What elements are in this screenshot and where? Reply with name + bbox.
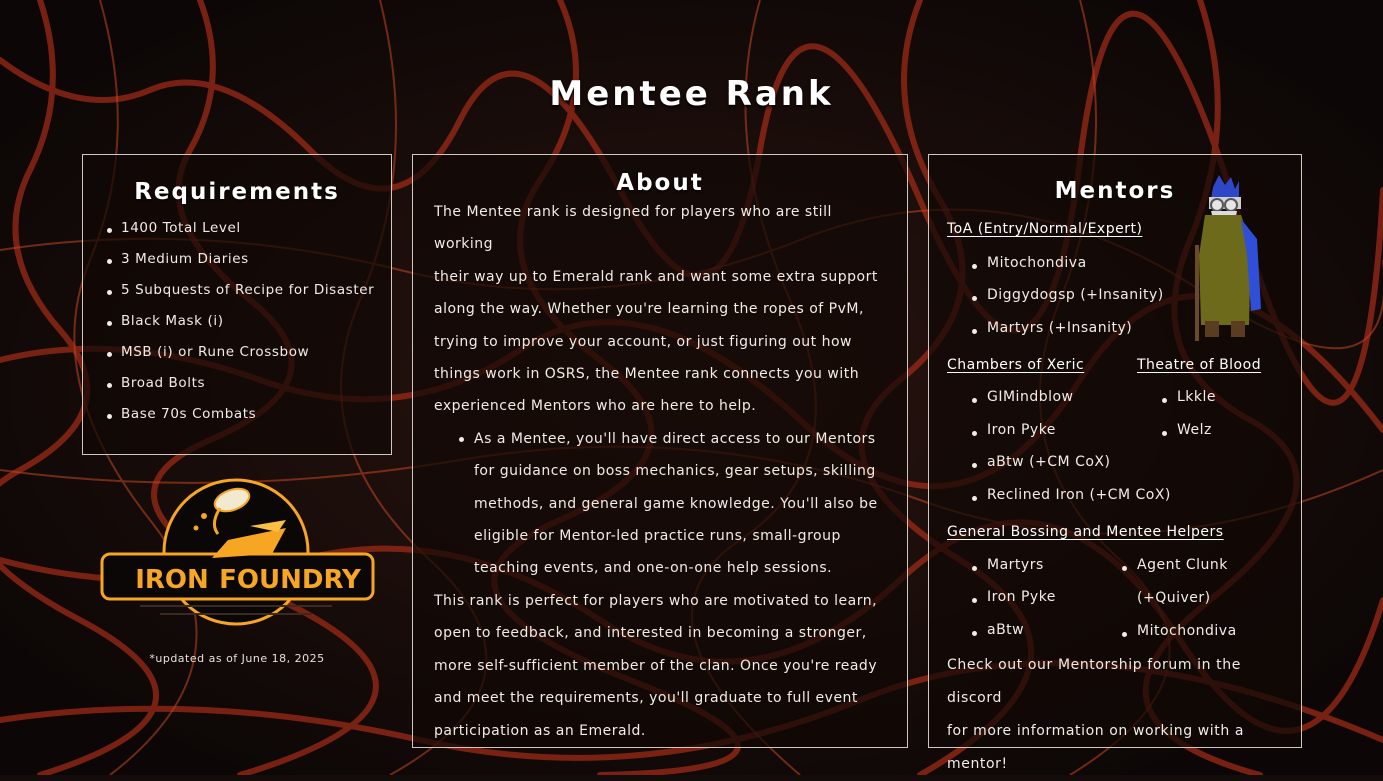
list-item: Reclined Iron (+CM CoX) — [972, 487, 1171, 503]
text-line: This rank is perfect for players who are… — [434, 592, 878, 609]
text-line: eligible for Mentor-led practice runs, s… — [474, 528, 841, 545]
list-item: Welz — [1162, 422, 1212, 438]
list-item: Iron Pyke — [972, 589, 1056, 605]
text-line: participation as an Emerald. — [434, 722, 646, 739]
list-item: Lkkle — [1161, 389, 1217, 405]
text-line: Check out our Mentorship forum in the di… — [947, 657, 1241, 706]
text-line: for more information on working with a m… — [947, 723, 1245, 772]
list-item: 1400 Total Level — [107, 217, 391, 248]
list-item: Black Mask (i) — [107, 310, 391, 341]
text-line: methods, and general game knowledge. You… — [474, 495, 878, 512]
updated-note: *updated as of June 18, 2025 — [149, 652, 325, 665]
text-line: teaching events, and one-on-one help ses… — [474, 560, 833, 577]
list-item: MSB (i) or Rune Crossbow — [107, 341, 391, 372]
text-line: experienced Mentors who are here to help… — [434, 398, 757, 415]
section-heading-general: General Bossing and Mentee Helpers — [947, 524, 1224, 540]
list-item: Martyrs — [972, 557, 1044, 573]
section-heading-toa: ToA (Entry/Normal/Expert) — [947, 221, 1143, 237]
text-line: open to feedback, and interested in beco… — [434, 625, 867, 642]
about-panel: About The Mentee rank is designed for pl… — [412, 154, 908, 748]
requirements-panel: Requirements 1400 Total Level 3 Medium D… — [82, 154, 392, 455]
requirements-title: Requirements — [134, 179, 340, 205]
mentors-panel: Mentors ToA (Entry/Normal/Expert) Mitoch… — [928, 154, 1302, 772]
list-item: As a Mentee, you'll have direct access t… — [459, 423, 885, 585]
list-item: Mitochondiva — [1122, 623, 1237, 639]
page-title: Mentee Rank — [549, 74, 834, 114]
text-line: more self-sufficient member of the clan.… — [434, 657, 878, 674]
list-item: Agent Clunk — [1122, 557, 1228, 573]
logo-word-foundry: FOUNDRY — [219, 565, 362, 595]
list-item: GIMindblow — [972, 389, 1074, 405]
list-item: Martyrs (+Insanity) — [971, 320, 1133, 336]
about-bullet-list: As a Mentee, you'll have direct access t… — [413, 423, 907, 585]
text-line: along the way. Whether you're learning t… — [434, 301, 864, 318]
list-item-continuation: (+Quiver) — [1137, 590, 1211, 606]
text-line: and meet the requirements, you'll gradua… — [434, 690, 858, 707]
text-line: things work in OSRS, the Mentee rank con… — [434, 366, 860, 383]
list-item: Base 70s Combats — [107, 403, 391, 434]
mentorship-footer: Check out our Mentorship forum in the di… — [947, 649, 1297, 781]
text-line: trying to improve your account, or just … — [434, 333, 852, 350]
section-heading-cox: Chambers of Xeric — [947, 357, 1085, 373]
about-title: About — [616, 170, 704, 196]
list-item: Diggydogsp (+Insanity) — [972, 287, 1164, 303]
about-intro: The Mentee rank is designed for players … — [413, 196, 907, 423]
list-item: 5 Subquests of Recipe for Disaster — [107, 279, 391, 310]
iron-foundry-logo-icon: IRON FOUNDRY — [100, 478, 375, 626]
list-item: Mitochondiva — [972, 255, 1087, 271]
text-line: As a Mentee, you'll have direct access t… — [474, 430, 876, 447]
about-outro: This rank is perfect for players who are… — [413, 585, 907, 747]
text-line: The Mentee rank is designed for players … — [434, 204, 832, 253]
logo-word-iron: IRON — [135, 565, 209, 595]
list-item: aBtw — [971, 622, 1025, 638]
list-item: Broad Bolts — [107, 372, 391, 403]
text-line: their way up to Emerald rank and want so… — [434, 268, 878, 285]
requirements-list: 1400 Total Level 3 Medium Diaries 5 Subq… — [107, 217, 391, 434]
list-item: Iron Pyke — [972, 422, 1056, 438]
list-item: aBtw (+CM CoX) — [971, 454, 1111, 470]
text-line: for guidance on boss mechanics, gear set… — [474, 463, 876, 480]
list-item: 3 Medium Diaries — [107, 248, 391, 279]
wizard-avatar-icon — [1195, 175, 1261, 341]
section-heading-tob: Theatre of Blood — [1137, 357, 1262, 373]
